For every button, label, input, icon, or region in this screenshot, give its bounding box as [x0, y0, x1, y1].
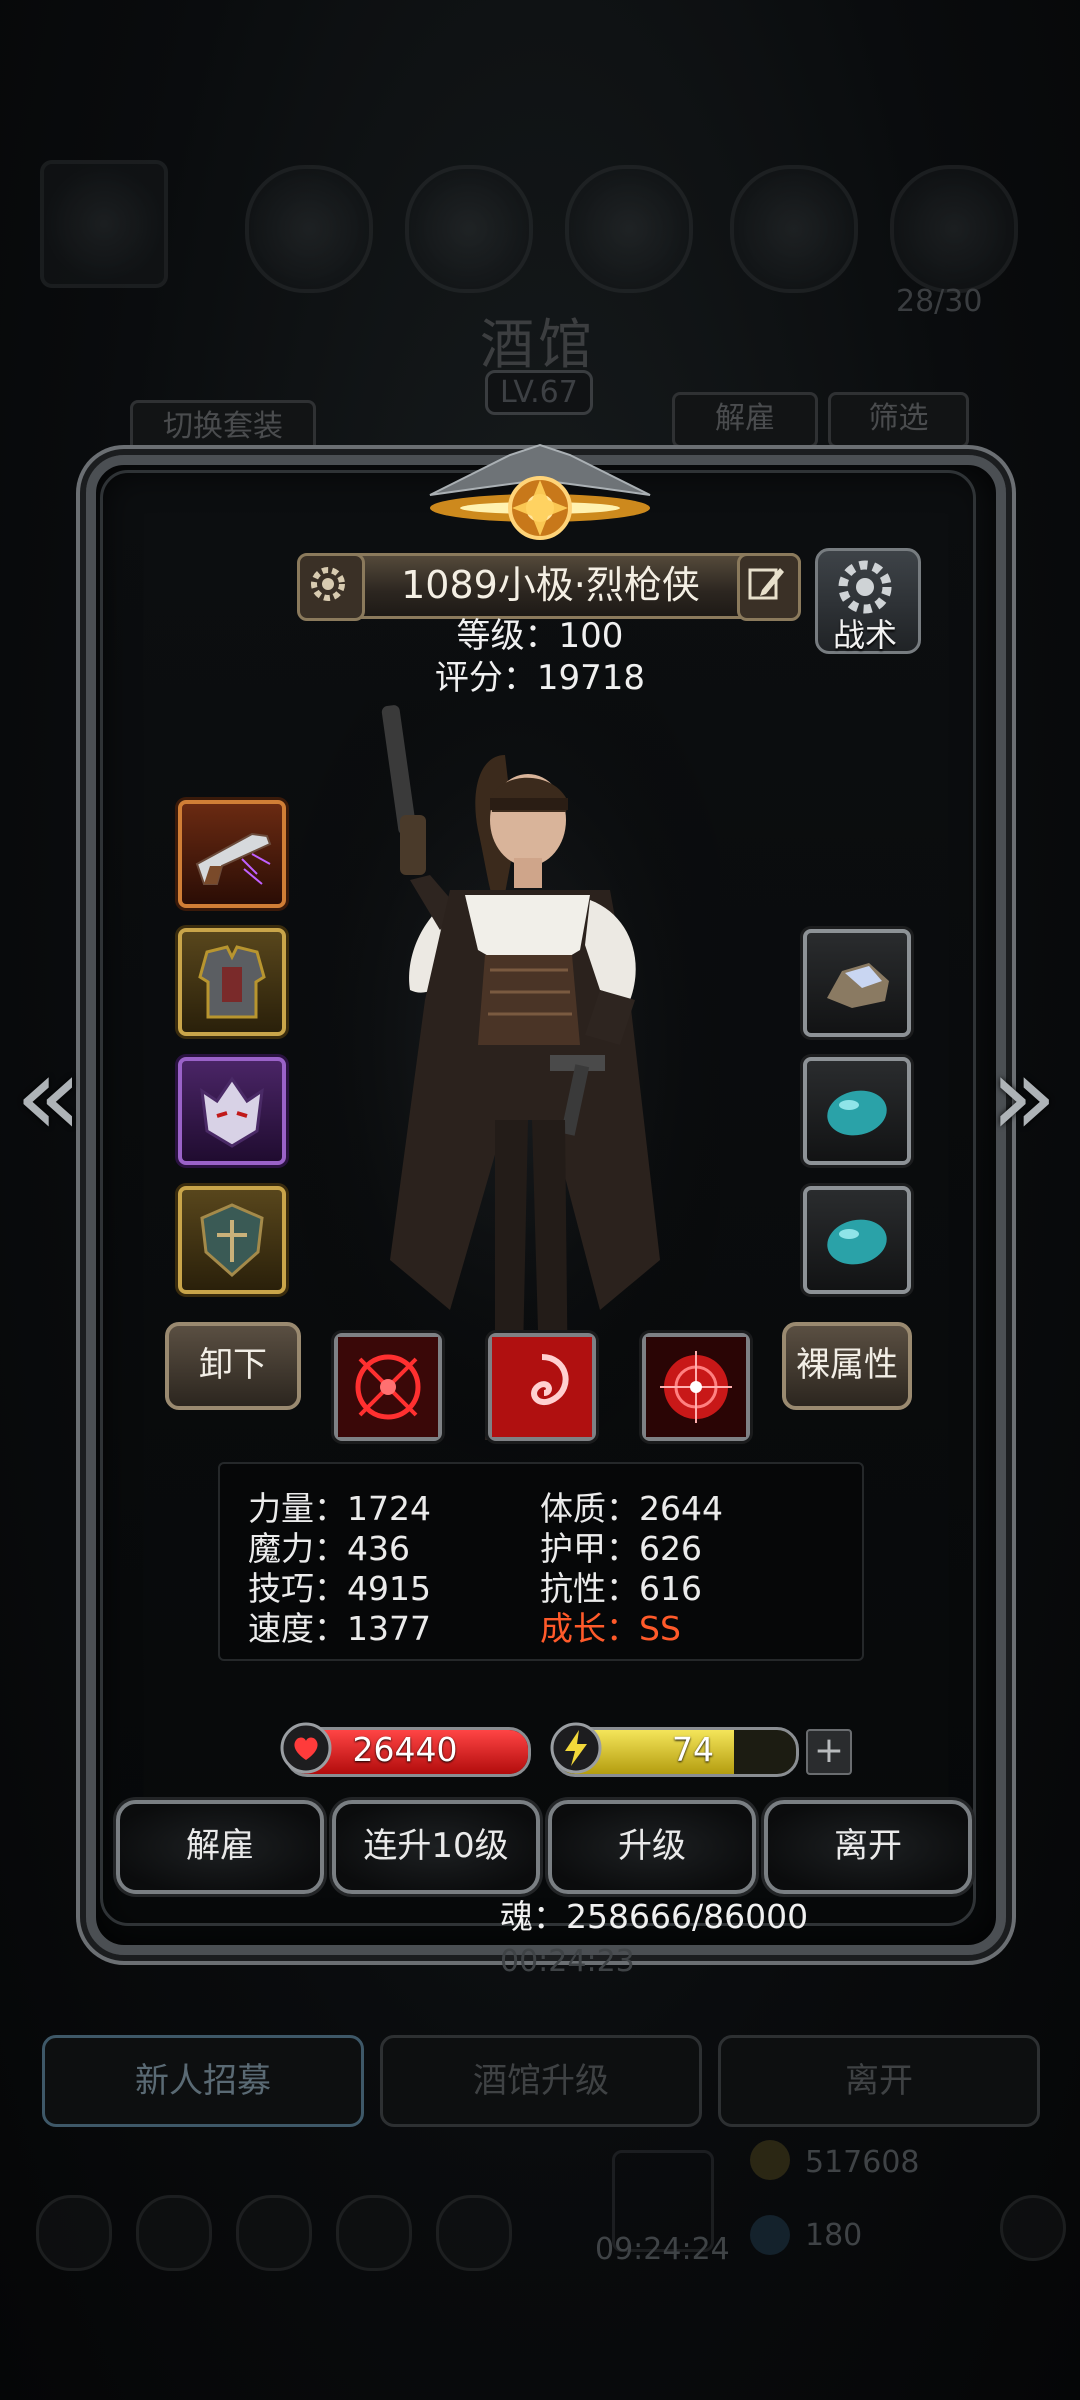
gold-coin-icon	[750, 2140, 790, 2180]
switch-set-button[interactable]: 切换套装	[130, 400, 316, 456]
category-icon	[730, 165, 858, 293]
skill-slot-3[interactable]	[642, 1333, 750, 1441]
swirl-skill-icon	[492, 1337, 592, 1437]
gold-amount: 517608	[805, 2145, 920, 2180]
pistol-icon	[195, 832, 272, 885]
stat-speed: 速度：1377	[248, 1609, 431, 1648]
menu-icon[interactable]	[436, 2195, 512, 2271]
hp-value: 26440	[352, 1730, 458, 1769]
filter-button[interactable]: 筛选	[828, 392, 969, 448]
crystal-stone-icon	[827, 963, 889, 1008]
menu-icon[interactable]	[136, 2195, 212, 2271]
leave-button[interactable]: 离开	[764, 1800, 972, 1894]
menu-icon[interactable]	[36, 2195, 112, 2271]
unequip-button[interactable]: 卸下	[165, 1322, 301, 1410]
turquoise-gem-icon	[827, 1090, 887, 1136]
stat-growth: 成长：SS	[540, 1609, 681, 1648]
hero-avatar-icon	[40, 160, 168, 288]
add-energy-button[interactable]: +	[806, 1729, 852, 1775]
emblem-icon	[429, 443, 651, 540]
bg-title: 酒馆	[480, 313, 596, 376]
category-icon	[890, 165, 1018, 293]
soul-counter: 魂：258666/86000	[500, 1897, 809, 1936]
accessory-slot[interactable]	[178, 1186, 286, 1294]
hero-score: 评分：19718	[434, 658, 646, 698]
bg-timer-top: 00:24:23	[500, 1944, 635, 1979]
bg-level-badge: LV.67	[485, 370, 593, 415]
menu-icon[interactable]	[336, 2195, 412, 2271]
skill-slot-1[interactable]	[334, 1333, 442, 1441]
armor-slot[interactable]	[178, 928, 286, 1036]
weapon-slot[interactable]	[178, 800, 286, 908]
bg-timer-bottom: 09:24:24	[595, 2232, 730, 2267]
turquoise-gem-icon	[827, 1219, 887, 1265]
helmet-slot[interactable]	[178, 1057, 286, 1165]
bg-counter: 28/30	[896, 284, 983, 319]
category-icon	[405, 165, 533, 293]
gem-amount: 180	[805, 2218, 863, 2253]
shield-emblem-icon	[200, 1203, 264, 1278]
chest-armor-icon	[198, 945, 266, 1019]
dismiss-hero-button[interactable]: 解雇	[116, 1800, 324, 1894]
gem-slot[interactable]	[803, 1057, 911, 1165]
gem-slot[interactable]	[803, 1186, 911, 1294]
category-icon	[245, 165, 373, 293]
demon-helmet-icon	[200, 1076, 264, 1148]
category-icon	[565, 165, 693, 293]
add-icon[interactable]	[1000, 2195, 1066, 2261]
skill-slot-2[interactable]	[488, 1333, 596, 1441]
level-up-10-button[interactable]: 连升10级	[332, 1800, 540, 1894]
menu-icon[interactable]	[236, 2195, 312, 2271]
crosshair-skill-icon	[338, 1337, 438, 1437]
energy-value: 74	[672, 1730, 714, 1769]
next-hero-arrow-icon[interactable]: »	[990, 1032, 1057, 1160]
target-skill-icon	[646, 1337, 746, 1437]
bg-dismiss-button[interactable]: 解雇	[672, 392, 818, 448]
gem-currency-icon	[750, 2215, 790, 2255]
level-up-button[interactable]: 升级	[548, 1800, 756, 1894]
tavern-upgrade-button[interactable]: 酒馆升级	[380, 2035, 702, 2127]
tactics-label: 战术	[832, 616, 897, 654]
recruit-button[interactable]: 新人招募	[42, 2035, 364, 2127]
bg-leave-button[interactable]: 离开	[718, 2035, 1040, 2127]
crystal-slot[interactable]	[803, 929, 911, 1037]
bare-attributes-button[interactable]: 裸属性	[782, 1322, 912, 1410]
previous-hero-arrow-icon[interactable]: «	[15, 1032, 82, 1160]
